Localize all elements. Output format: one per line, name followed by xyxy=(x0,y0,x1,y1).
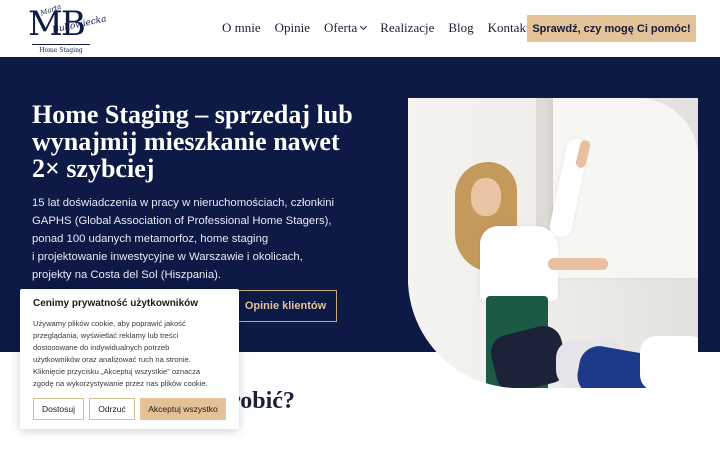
cookie-text-line: Używamy plików cookie, aby poprawić jako… xyxy=(33,319,186,328)
photo-shirt xyxy=(480,226,558,301)
cookie-text-line: dostosowane do indywidualnych potrzeb xyxy=(33,343,170,352)
nav-item-opinie[interactable]: Opinie xyxy=(275,20,310,36)
hero-description-line: projekty na Costa del Sol (Hiszpania). xyxy=(32,269,221,281)
cookie-text-line: Kliknięcie przycisku „Akceptuj wszystkie… xyxy=(33,367,201,376)
logo-subtitle: Home Staging xyxy=(39,47,83,54)
cookie-text-line: zgodę na wykorzystywanie przez nas plikó… xyxy=(33,379,208,388)
nav-item-realizacje[interactable]: Realizacje xyxy=(380,20,434,36)
section-heading: robić? xyxy=(230,388,295,414)
nav-item-o-mnie[interactable]: O mnie xyxy=(222,20,261,36)
hero-description: 15 lat doświadczenia w pracy w nieruchom… xyxy=(32,194,377,284)
nav-item-blog[interactable]: Blog xyxy=(448,20,473,36)
photo-pillow xyxy=(640,336,698,388)
nav-item-oferta-label: Oferta xyxy=(324,20,358,35)
hero-description-line: ponad 100 udanych metamorfoz, home stagi… xyxy=(32,233,269,245)
cta-button[interactable]: Sprawdź, czy mogę Ci pomóc! xyxy=(527,15,696,42)
site-logo[interactable]: MB Marta Bukowiecka Home Staging xyxy=(28,3,108,54)
hero-photo xyxy=(408,98,698,388)
nav-item-kontakt[interactable]: Kontakt xyxy=(488,20,530,36)
hero-title: Home Staging – sprzedaj lub wynajmij mie… xyxy=(32,100,353,183)
cookie-text-line: użytkowników oraz analizować ruch na str… xyxy=(33,355,191,364)
cookie-text: Używamy plików cookie, aby poprawić jako… xyxy=(33,318,233,390)
main-nav: O mnie Opinie Oferta Realizacje Blog Kon… xyxy=(222,20,530,36)
logo-divider xyxy=(32,44,90,45)
hero-description-line: i projektowanie inwestycyjne w Warszawie… xyxy=(32,251,303,263)
chevron-down-icon xyxy=(360,22,368,31)
client-reviews-button[interactable]: Opinie klientów xyxy=(234,290,337,322)
hero-description-line: 15 lat doświadczenia w pracy w nieruchom… xyxy=(32,197,335,209)
site-header: MB Marta Bukowiecka Home Staging O mnie … xyxy=(0,0,720,57)
nav-item-oferta[interactable]: Oferta xyxy=(324,20,368,36)
cookie-text-line: przeglądania, wyświetlać reklamy lub tre… xyxy=(33,331,179,340)
photo-face xyxy=(471,178,501,216)
cookie-accept-all-button[interactable]: Akceptuj wszystko xyxy=(140,398,226,420)
hero-description-line: GAPHS (Global Association of Professiona… xyxy=(32,215,332,227)
cookie-customize-button[interactable]: Dostosuj xyxy=(33,398,84,420)
photo-arm xyxy=(548,258,608,270)
cookie-reject-button[interactable]: Odrzuć xyxy=(89,398,135,420)
cookie-consent-banner: Cenimy prywatność użytkowników Używamy p… xyxy=(20,289,239,429)
cookie-title: Cenimy prywatność użytkowników xyxy=(33,298,199,309)
